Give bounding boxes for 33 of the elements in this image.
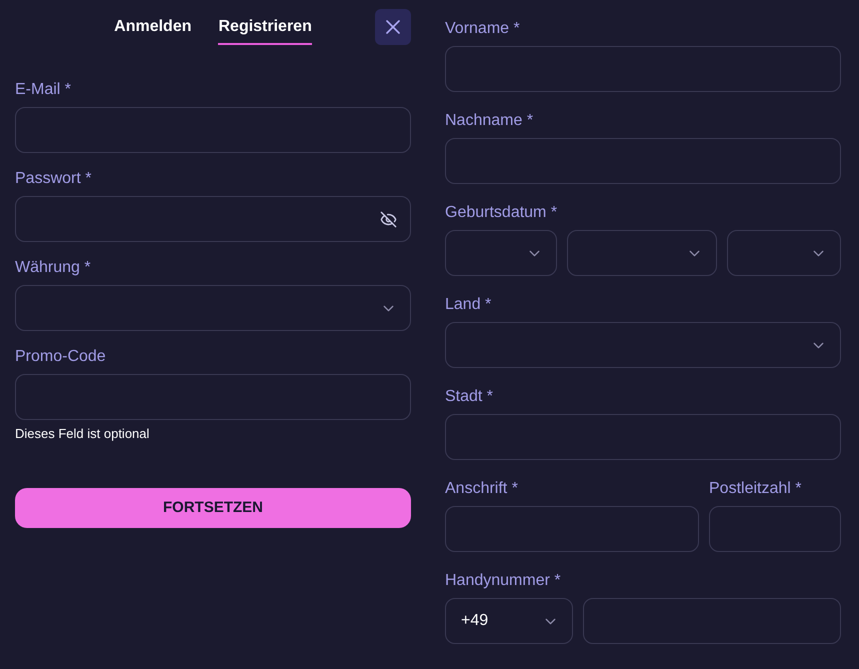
field-label: Land * — [445, 295, 492, 315]
text-input-field[interactable] — [15, 107, 411, 153]
text-input-field[interactable] — [445, 46, 841, 92]
field-label: Geburtsdatum * — [445, 203, 558, 223]
tab[interactable]: Registrieren — [218, 17, 312, 45]
field-label: Vorname * — [445, 19, 521, 39]
select-field[interactable]: +49 — [445, 598, 573, 644]
field-label: Stadt * — [445, 387, 494, 407]
text-input-field[interactable] — [583, 598, 841, 644]
select-field[interactable] — [727, 230, 841, 276]
continue-button[interactable]: FORTSETZEN — [15, 488, 411, 528]
select-field[interactable] — [567, 230, 717, 276]
field-label: Währung * — [15, 258, 92, 278]
helper-text: Dieses Feld ist optional — [15, 426, 150, 442]
eye-off-icon[interactable] — [380, 210, 397, 228]
field-label: Nachname * — [445, 111, 534, 131]
select-field[interactable] — [445, 230, 557, 276]
select-field[interactable] — [445, 322, 841, 368]
field-label: Passwort * — [15, 169, 92, 189]
close-button[interactable] — [375, 9, 411, 45]
field-label: Anschrift * — [445, 479, 519, 499]
text-input-field[interactable] — [445, 506, 699, 552]
text-input-field[interactable] — [15, 374, 411, 420]
field-label: Promo-Code — [15, 347, 107, 367]
field-label: Postleitzahl * — [709, 479, 802, 499]
text-input-field[interactable] — [709, 506, 841, 552]
field-label: Handynummer * — [445, 571, 562, 591]
field-label: E-Mail * — [15, 80, 72, 100]
text-input-field[interactable] — [445, 138, 841, 184]
tab[interactable]: Anmelden — [114, 17, 192, 45]
text-input-field[interactable] — [445, 414, 841, 460]
password-field[interactable] — [15, 196, 411, 242]
select-field[interactable] — [15, 285, 411, 331]
